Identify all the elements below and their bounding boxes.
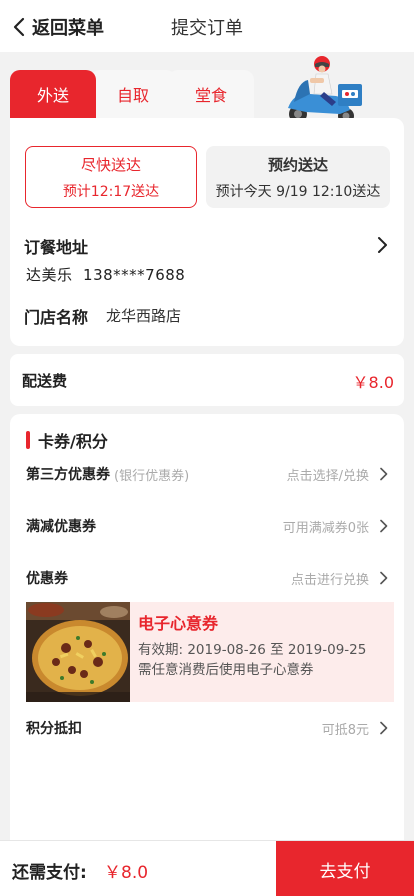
coupons-section-title: 卡券/积分: [26, 428, 108, 452]
tab-delivery[interactable]: 外送: [10, 70, 96, 118]
coupons-card: 卡券/积分 第三方优惠券 (银行优惠券) 点击选择/兑换 满减优惠券 可用满减券…: [10, 414, 404, 896]
e-gift-coupon-note: 需任意消费后使用电子心意券: [138, 662, 314, 678]
section-accent-bar: [26, 431, 30, 449]
e-gift-coupon-card[interactable]: 电子心意券 有效期: 2019-08-26 至 2019-09-25 需任意消费…: [26, 602, 394, 702]
pizza-image: [26, 602, 130, 702]
store-name: 龙华西路店: [106, 307, 182, 325]
third-party-coupon-row[interactable]: 第三方优惠券 (银行优惠券) 点击选择/兑换: [26, 462, 388, 486]
e-gift-coupon-validity: 有效期: 2019-08-26 至 2019-09-25: [138, 642, 367, 658]
points-deduction-hint: 可抵8元: [321, 722, 369, 738]
pay-button[interactable]: 去支付: [276, 841, 414, 896]
asap-title: 尽快送达: [80, 155, 141, 174]
e-gift-coupon-title: 电子心意券: [138, 614, 219, 633]
scooter-illustration: [288, 56, 362, 127]
points-deduction-label: 积分抵扣: [26, 721, 82, 737]
chevron-right-icon: [380, 519, 388, 533]
discount-coupon-label: 满减优惠券: [26, 519, 96, 535]
delivery-fee-value: ￥8.0: [352, 373, 394, 392]
coupon-label: 优惠券: [26, 571, 68, 587]
tab-dine-in[interactable]: 堂食: [168, 70, 254, 118]
discount-coupon-hint: 可用满减券0张: [282, 520, 369, 536]
delivery-fee-label: 配送费: [22, 372, 68, 390]
tab-pickup[interactable]: 自取: [90, 70, 176, 118]
amount-due-value: ￥8.0: [104, 863, 149, 883]
third-party-coupon-sub: (银行优惠券): [114, 468, 190, 484]
top-nav-bar: 返回菜单 提交订单: [0, 0, 414, 52]
chevron-right-icon: [380, 721, 388, 735]
delivery-fee-card: 配送费 ￥8.0: [10, 354, 404, 406]
coupon-hint: 点击进行兑换: [290, 572, 369, 588]
order-type-tabs: 堂食 自取 外送: [10, 70, 254, 118]
scheduled-eta: 预计今天 9/19 12:10送达: [215, 183, 381, 200]
checkout-bar: 还需支付: ￥8.0 去支付: [0, 840, 414, 896]
discount-coupon-row[interactable]: 满减优惠券 可用满减券0张: [26, 514, 388, 538]
third-party-coupon-hint: 点击选择/兑换: [286, 468, 369, 484]
third-party-coupon-label: 第三方优惠券: [26, 467, 110, 483]
chevron-right-icon[interactable]: [376, 236, 388, 254]
asap-eta: 预计12:17送达: [62, 183, 160, 200]
page-title: 提交订单: [171, 18, 243, 39]
points-deduction-row[interactable]: 积分抵扣 可抵8元: [26, 716, 388, 740]
scheduled-delivery-option[interactable]: 预约送达 预计今天 9/19 12:10送达: [206, 146, 390, 208]
scheduled-title: 预约送达: [267, 155, 328, 174]
chevron-right-icon: [380, 467, 388, 481]
address-contact: 达美乐 138****7688: [26, 266, 186, 284]
coupon-row[interactable]: 优惠券 点击进行兑换: [26, 566, 388, 590]
amount-due-label: 还需支付:: [12, 863, 87, 883]
delivery-info-card: 尽快送达 预计12:17送达 预约送达 预计今天 9/19 12:10送达 订餐…: [10, 118, 404, 346]
store-label: 门店名称: [24, 308, 89, 327]
address-label: 订餐地址: [24, 238, 89, 257]
chevron-right-icon: [380, 571, 388, 585]
deliver-asap-option[interactable]: 尽快送达 预计12:17送达: [25, 146, 197, 208]
